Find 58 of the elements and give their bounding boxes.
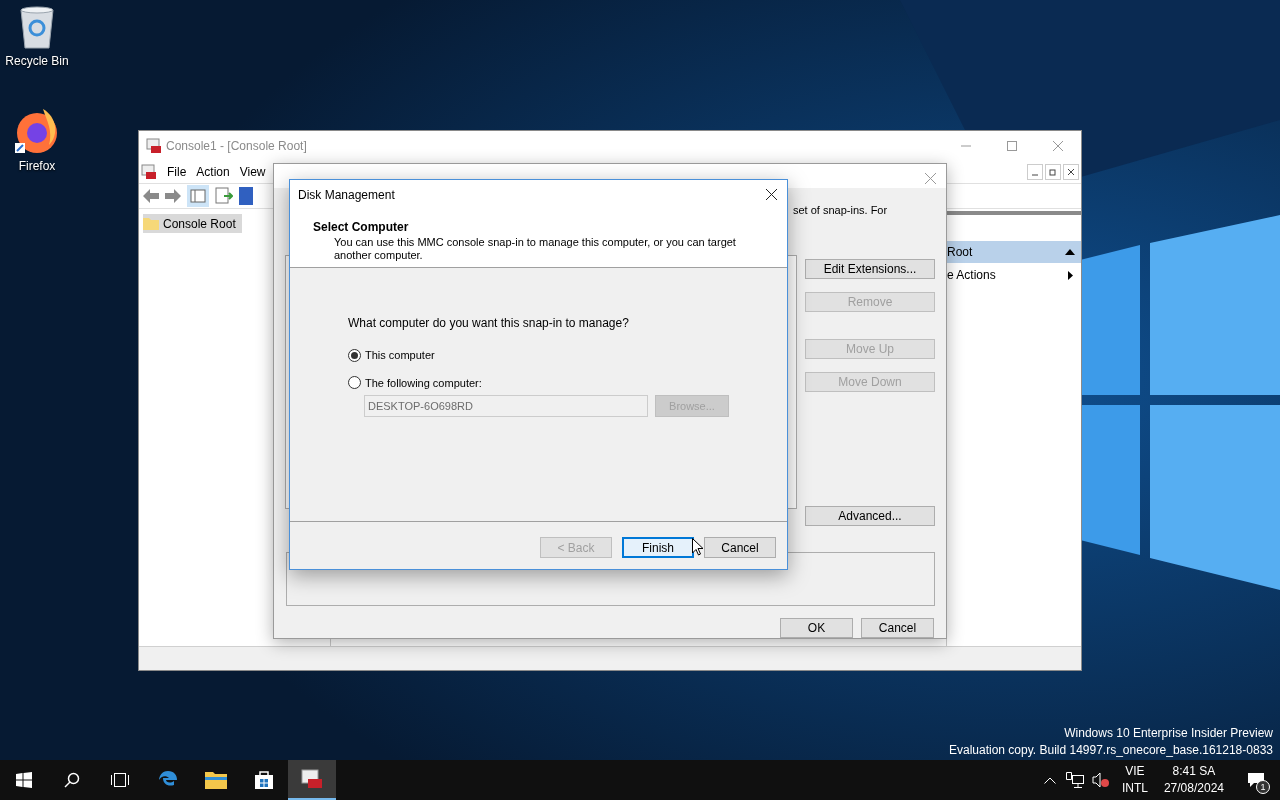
shopping-bag-icon	[254, 770, 274, 790]
wizard-button[interactable]: Cancel	[704, 537, 776, 558]
radio-option[interactable]: The following computer:	[348, 374, 482, 391]
dialog-title: Disk Management	[298, 186, 395, 204]
menu-item[interactable]: View	[239, 163, 266, 181]
radio-option[interactable]: This computer	[348, 347, 435, 364]
back-arrow-icon	[143, 189, 159, 203]
actions-header[interactable]: Root	[947, 241, 1081, 263]
dialog-button[interactable]: OK	[780, 618, 853, 638]
window-title: Console1 - [Console Root]	[166, 138, 307, 155]
export-list-icon[interactable]	[215, 187, 233, 205]
network-icon[interactable]	[1065, 772, 1084, 788]
windows-logo-icon	[16, 772, 32, 788]
radio-button[interactable]	[348, 376, 361, 390]
close-icon	[1067, 168, 1075, 176]
notification-count: 1	[1256, 780, 1270, 794]
action-item[interactable]: e Actions	[947, 263, 1081, 287]
desktop-icon-label: Recycle Bin	[5, 54, 69, 69]
step-description: You can use this MMC console snap-in to manage this computer, or you can target another computer.	[333, 236, 736, 262]
folder-icon	[205, 771, 227, 789]
language-indicator[interactable]: VIE INTL	[1113, 763, 1156, 797]
message-icon	[1247, 772, 1265, 788]
forward-arrow-icon	[165, 189, 181, 203]
console-icon	[146, 138, 162, 154]
dialog-button[interactable]: Advanced...	[805, 506, 935, 526]
intro-text: set of snap-ins. For	[793, 203, 888, 218]
restore-icon	[1049, 168, 1057, 176]
taskbar-button[interactable]	[288, 760, 336, 800]
folder-icon	[143, 217, 159, 230]
submenu-arrow-icon	[1068, 270, 1073, 280]
maximize-icon	[1007, 141, 1017, 151]
dialog-button[interactable]: Cancel	[861, 618, 934, 638]
wizard-button[interactable]: Finish	[622, 537, 694, 558]
desktop-icon-label: Firefox	[18, 159, 56, 174]
collapse-icon	[1065, 249, 1075, 255]
menu-item[interactable]: Action	[196, 163, 230, 181]
close-icon	[1053, 141, 1063, 151]
clock[interactable]: 8:41 SA 27/08/2024	[1155, 763, 1232, 797]
close-button[interactable]	[1063, 164, 1079, 180]
recycle-bin-icon	[18, 4, 56, 50]
dialog-button[interactable]: Edit Extensions...	[805, 259, 935, 279]
minimize-button[interactable]	[1027, 164, 1043, 180]
radio-button[interactable]	[348, 348, 361, 362]
close-icon[interactable]	[766, 189, 777, 200]
notification-button[interactable]: 1	[1232, 760, 1280, 800]
question-text: What computer do you want this snap-in to manage?	[348, 315, 630, 332]
os-build-text: Evaluation copy. Build 14997.rs_onecore_base.161218-0833	[948, 742, 1273, 759]
mouse-pointer-icon	[692, 538, 704, 556]
task-view-icon	[110, 772, 130, 788]
tree-item[interactable]: Console Root	[143, 214, 242, 233]
console-icon	[141, 164, 157, 180]
step-heading: Select Computer	[312, 219, 410, 236]
speaker-muted-icon[interactable]	[1091, 772, 1110, 788]
chevron-up-icon[interactable]	[1043, 776, 1056, 784]
os-build-text: Windows 10 Enterprise Insider Preview	[1064, 725, 1273, 742]
search-icon	[64, 772, 80, 788]
menu-item[interactable]: File	[167, 163, 187, 181]
console-icon	[301, 769, 323, 789]
